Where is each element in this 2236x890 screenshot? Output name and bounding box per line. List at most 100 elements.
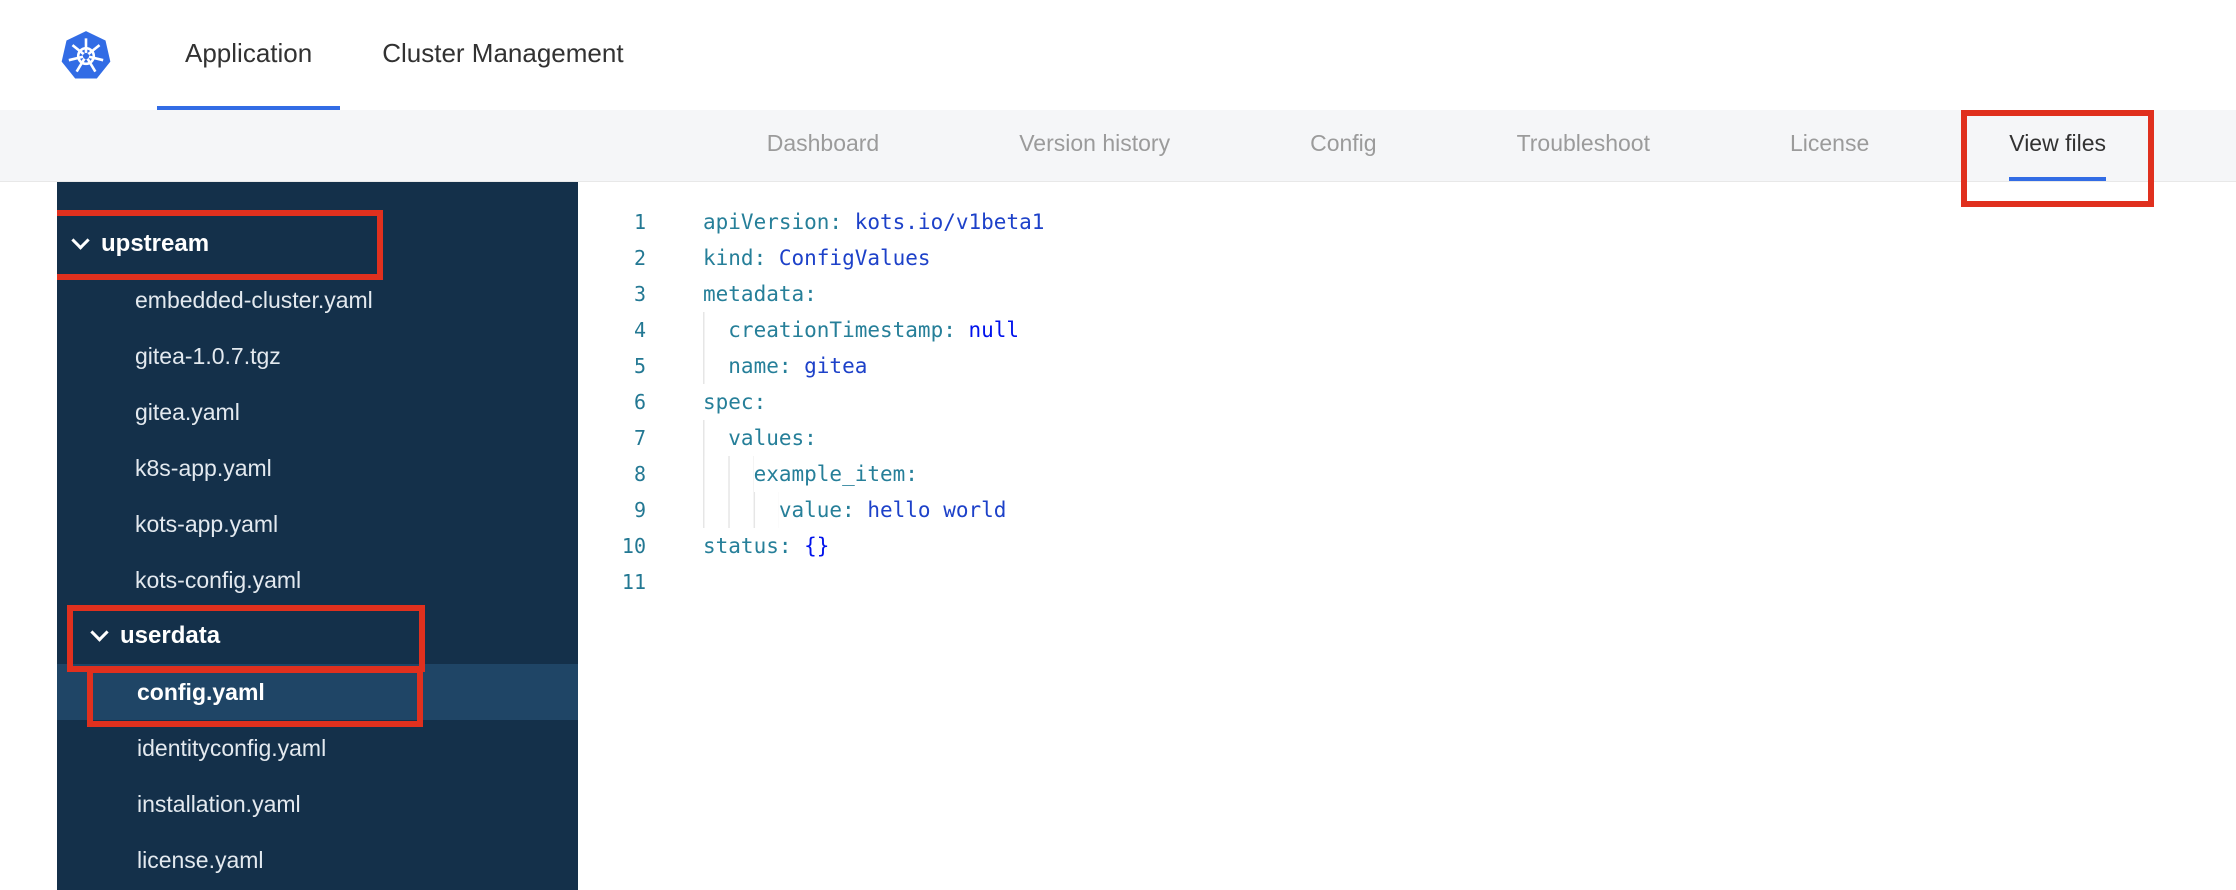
top-tabs: Application Cluster Management [157,0,652,110]
main-content: upstream embedded-cluster.yaml gitea-1.0.7… [0,182,2236,890]
code-text: values: [703,420,817,456]
code-token: gitea [791,354,868,378]
kots-admin-page: Application Cluster Management Dashboard… [0,0,2236,890]
subnav-item-label: Troubleshoot [1516,130,1650,156]
indent-guide [703,492,779,528]
indent-guide [703,420,729,456]
code-token: hello world [854,498,1007,522]
tree-file-kots-config-yaml[interactable]: kots-config.yaml [57,552,578,608]
code-text: metadata: [703,276,817,312]
tree-folder-upstream[interactable]: upstream [57,210,578,280]
indent-guide [703,312,729,348]
indent-guide [703,456,754,492]
code-line: 7 values: [578,420,2236,456]
tree-file-k8s-app-yaml[interactable]: k8s-app.yaml [57,440,578,496]
code-line: 2 kind: ConfigValues [578,240,2236,276]
code-token: kind: [703,246,767,270]
code-editor[interactable]: 1 apiVersion: kots.io/v1beta1 2 kind: Confi… [578,182,2236,890]
tree-file-license-yaml[interactable]: license.yaml [57,832,578,888]
subnav-item-version-history[interactable]: Version history [1019,110,1170,181]
subnav-item-config[interactable]: Config [1310,110,1376,181]
code-line: 10 status: {} [578,528,2236,564]
subnav-item-dashboard[interactable]: Dashboard [767,110,880,181]
code-token: apiVersion: [703,210,843,234]
tree-file-label: license.yaml [137,846,264,873]
top-header: Application Cluster Management [0,0,2236,110]
code-token: metadata: [703,282,817,306]
app-subnav: Dashboard Version history Config Troublesho… [0,110,2236,207]
kubernetes-logo-icon [60,28,112,82]
code-text: name: gitea [703,348,867,384]
tree-file-installation-yaml[interactable]: installation.yaml [57,776,578,832]
tree-file-config-yaml[interactable]: config.yaml [57,664,578,727]
code-token: name: [728,354,792,378]
code-token: ConfigValues [766,246,931,270]
tree-file-label: kots-config.yaml [135,566,302,593]
tree-file-label: gitea-1.0.7.tgz [135,342,281,369]
tree-file-gitea-yaml[interactable]: gitea.yaml [57,384,578,440]
code-line: 9 value: hello world [578,492,2236,528]
code-text: creationTimestamp: null [703,312,1019,348]
tree-file-label: embedded-cluster.yaml [135,286,373,313]
code-text: status: {} [703,528,829,564]
tree-file-identityconfig-yaml[interactable]: identityconfig.yaml [57,720,578,776]
tab-application[interactable]: Application [157,0,341,110]
code-text: kind: ConfigValues [703,240,931,276]
tree-file-label: config.yaml [137,678,265,705]
tree-file-embedded-cluster-yaml[interactable]: embedded-cluster.yaml [57,272,578,328]
code-line: 5 name: gitea [578,348,2236,384]
line-number: 10 [621,534,646,558]
code-text: value: hello world [703,492,1006,528]
tree-folder-userdata[interactable]: userdata [57,605,578,672]
tree-file-kots-app-yaml[interactable]: kots-app.yaml [57,496,578,552]
code-token: kots.io/v1beta1 [842,210,1045,234]
code-line: 4 creationTimestamp: null [578,312,2236,348]
tree-file-label: gitea.yaml [135,398,240,425]
code-line: 6 spec: [578,384,2236,420]
subnav-item-view-files[interactable]: View files [1961,110,2154,207]
code-text: apiVersion: kots.io/v1beta1 [703,204,1044,240]
code-line: 1 apiVersion: kots.io/v1beta1 [578,204,2236,240]
line-number: 8 [633,462,646,486]
subnav-item-label: View files [2009,130,2106,156]
subnav-item-label: Version history [1019,130,1171,156]
code-token: status: [703,534,792,558]
chevron-down-icon [71,230,90,250]
code-token: value: [778,498,855,522]
code-line: 8 example_item: [578,456,2236,492]
indent-guide [703,348,729,384]
tab-cluster-management[interactable]: Cluster Management [354,0,651,110]
line-number: 11 [621,570,646,594]
line-number: 7 [633,426,646,450]
code-text: spec: [703,384,766,420]
line-number: 1 [633,210,646,234]
chevron-down-icon [90,622,109,642]
code-text: example_item: [703,456,918,492]
line-number: 2 [633,246,646,270]
tree-file-label: installation.yaml [137,790,301,817]
subnav-item-troubleshoot[interactable]: Troubleshoot [1517,110,1650,181]
code-token: null [955,318,1020,342]
code-token: creationTimestamp: [728,318,956,342]
line-number: 4 [633,318,646,342]
line-number: 6 [633,390,646,414]
subnav-item-label: Config [1310,130,1377,156]
code-line: 11 [578,564,2236,600]
code-line: 3 metadata: [578,276,2236,312]
code-token: values: [728,426,817,450]
code-token: {} [791,534,830,558]
code-token: spec: [703,390,767,414]
tree-file-label: kots-app.yaml [135,510,279,537]
subnav-item-label: License [1789,130,1870,156]
tree-file-gitea-1-0-7-tgz[interactable]: gitea-1.0.7.tgz [57,328,578,384]
tree-file-label: identityconfig.yaml [137,734,327,761]
file-tree: upstream embedded-cluster.yaml gitea-1.0.7… [57,182,578,890]
tree-folder-label: userdata [120,622,221,649]
subnav-item-license[interactable]: License [1790,110,1869,181]
line-number: 9 [633,498,646,522]
code-token: example_item: [753,462,918,486]
subnav-item-label: Dashboard [766,130,880,156]
tree-file-label: k8s-app.yaml [135,454,272,481]
line-number: 5 [633,354,646,378]
tree-folder-label: upstream [101,230,210,257]
